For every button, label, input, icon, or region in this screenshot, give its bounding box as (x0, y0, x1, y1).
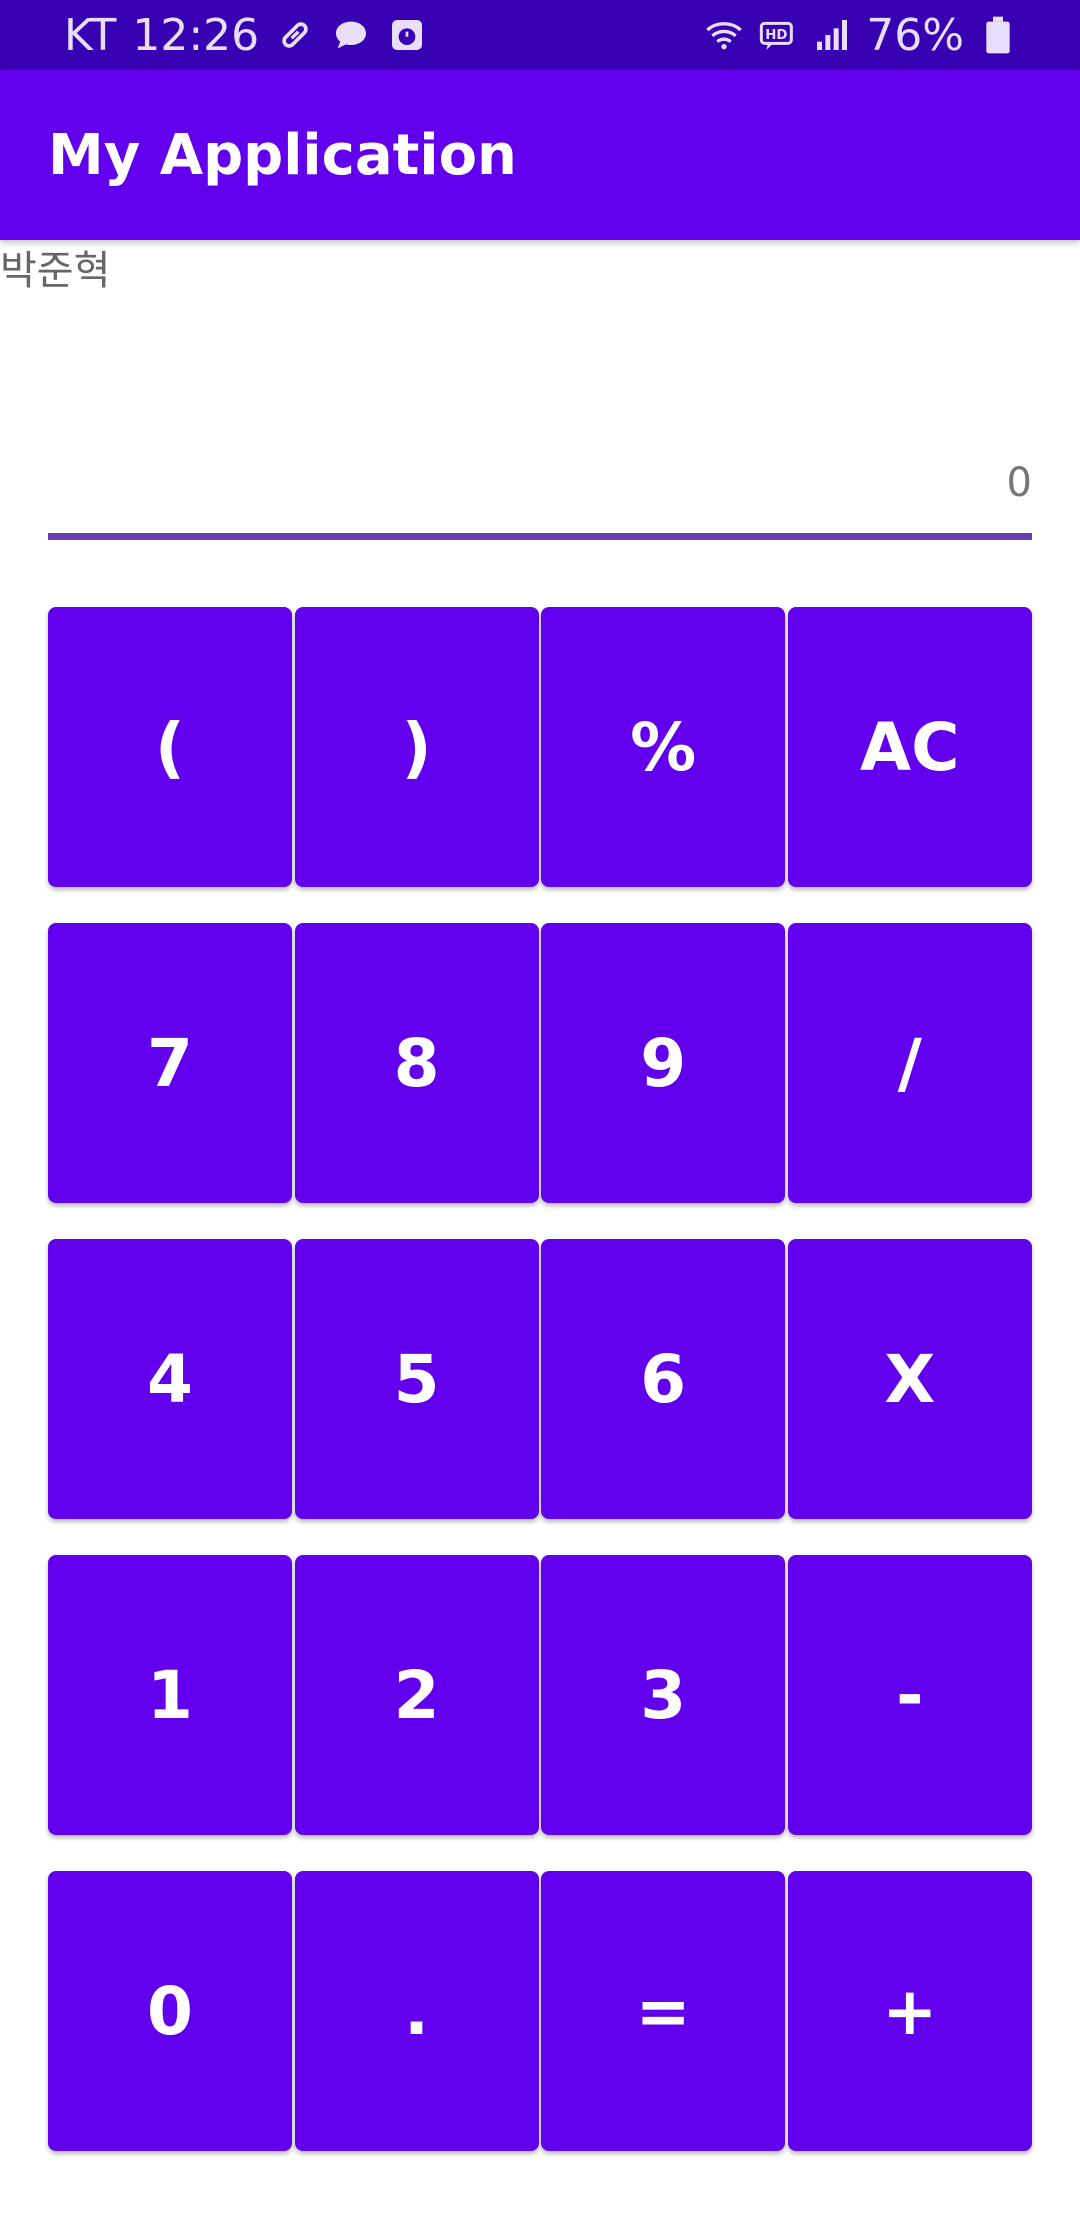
key-all-clear[interactable]: AC (787, 607, 1032, 887)
status-right-group: HD 76% (704, 0, 1018, 70)
key-5[interactable]: 5 (294, 1239, 539, 1519)
status-bar: KT 12:26 HD 76% (0, 0, 1080, 70)
carrier-label: KT (64, 9, 117, 61)
battery-percent: 76% (866, 9, 964, 61)
status-left-group: KT 12:26 (64, 0, 427, 70)
key-decimal[interactable]: . (294, 1871, 539, 2151)
app-title: My Application (48, 122, 517, 188)
key-8[interactable]: 8 (294, 923, 539, 1203)
alarm-app-icon (387, 15, 427, 55)
pill-icon (275, 15, 315, 55)
key-close-paren[interactable]: ) (294, 607, 539, 887)
key-4[interactable]: 4 (48, 1239, 292, 1519)
clock: 12:26 (132, 9, 260, 61)
display-value: 0 (1006, 460, 1032, 506)
key-0[interactable]: 0 (48, 1871, 292, 2151)
key-6[interactable]: 6 (541, 1239, 786, 1519)
key-equals[interactable]: = (541, 1871, 786, 2151)
app-bar: My Application (0, 70, 1080, 240)
chat-bubble-icon (331, 15, 371, 55)
key-percent[interactable]: % (541, 607, 786, 887)
battery-icon (978, 15, 1018, 55)
key-1[interactable]: 1 (48, 1555, 292, 1835)
key-2[interactable]: 2 (294, 1555, 539, 1835)
name-label: 박준혁 (0, 248, 111, 294)
key-3[interactable]: 3 (541, 1555, 786, 1835)
key-multiply[interactable]: X (787, 1239, 1032, 1519)
svg-text:HD: HD (765, 28, 787, 43)
signal-icon (812, 15, 852, 55)
wifi-icon (704, 15, 744, 55)
key-divide[interactable]: / (787, 923, 1032, 1203)
key-add[interactable]: + (787, 1871, 1032, 2151)
key-open-paren[interactable]: ( (48, 607, 292, 887)
hd-voice-icon: HD (758, 15, 798, 55)
key-subtract[interactable]: - (787, 1555, 1032, 1835)
display-underline (48, 533, 1032, 540)
result-display[interactable]: 0 (48, 430, 1032, 540)
key-9[interactable]: 9 (541, 923, 786, 1203)
key-7[interactable]: 7 (48, 923, 292, 1203)
keypad: ( ) % AC 7 8 9 / 4 5 6 X 1 2 3 - 0 . = + (48, 607, 1032, 2151)
